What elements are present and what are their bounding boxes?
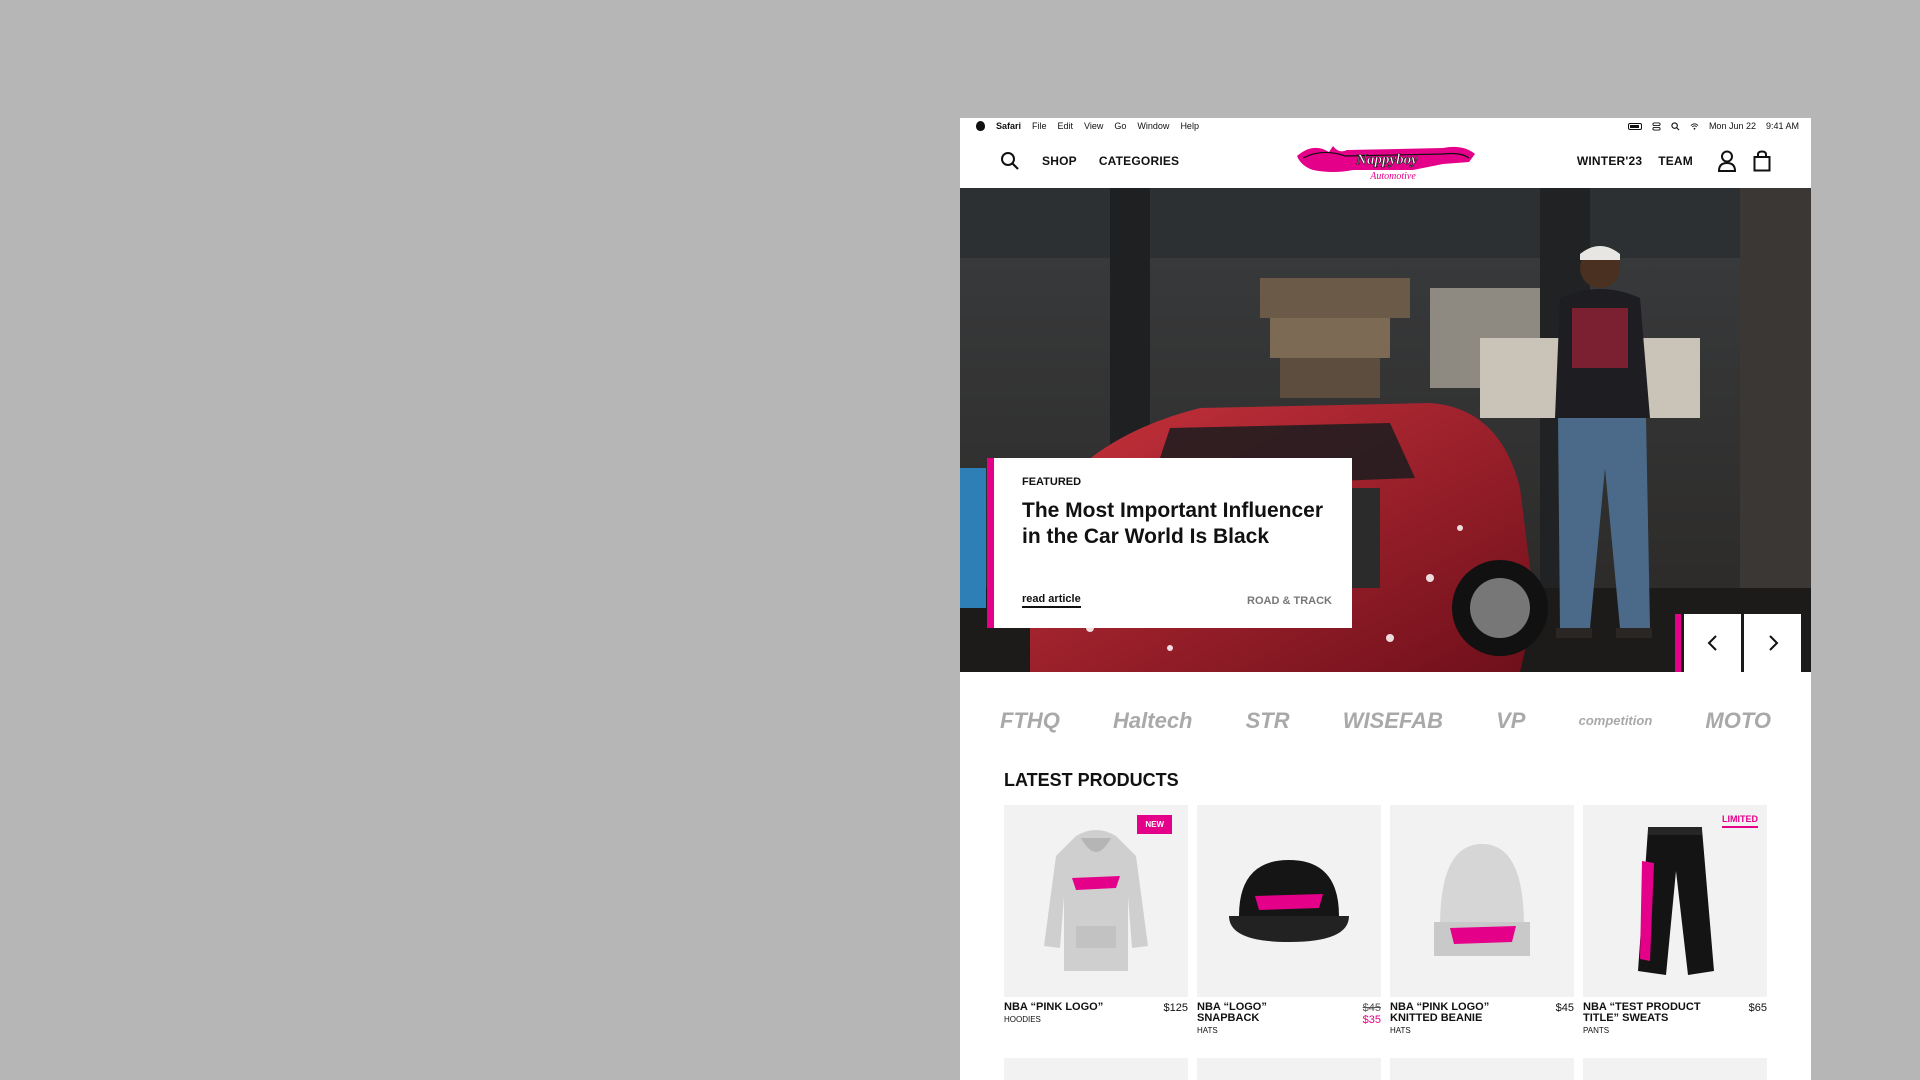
carousel-prev-button[interactable] (1684, 614, 1741, 672)
carousel-controls (1675, 614, 1801, 672)
product-card-placeholder[interactable] (1390, 1058, 1574, 1080)
product-old-price: $45 (1362, 1002, 1381, 1014)
brand-moto[interactable]: MOTO (1705, 708, 1771, 734)
chevron-left-icon (1707, 635, 1717, 651)
product-card[interactable]: NBA “LOGO” SNAPBACK HATS $45 $35 (1197, 805, 1381, 1035)
menubar-time[interactable]: 9:41 AM (1766, 121, 1799, 131)
new-badge: NEW (1137, 815, 1172, 834)
battery-icon[interactable] (1627, 122, 1642, 130)
menubar-date[interactable]: Mon Jun 22 (1709, 121, 1756, 131)
chevron-right-icon (1768, 635, 1778, 651)
brand-competition[interactable]: competition (1579, 713, 1653, 728)
search-icon[interactable] (1000, 151, 1020, 171)
limited-badge: LIMITED (1722, 814, 1758, 828)
hero-banner: FEATURED The Most Important Influencer i… (960, 188, 1811, 672)
cart-bag-icon[interactable] (1753, 150, 1771, 172)
featured-tag: FEATURED (1022, 476, 1082, 488)
product-name[interactable]: NBA “PINK LOGO” (1004, 1002, 1134, 1013)
site-header: SHOP CATEGORIES Nappyboy Automotive WINT… (960, 134, 1811, 188)
product-image[interactable]: LIMITED (1583, 805, 1767, 997)
product-name[interactable]: NBA “TEST PRODUCT TITLE” SWEATS (1583, 1002, 1713, 1024)
product-card-placeholder[interactable] (1004, 1058, 1188, 1080)
brand-wisefab[interactable]: WISEFAB (1343, 708, 1443, 734)
latest-products-heading: LATEST PRODUCTS (1004, 770, 1179, 790)
carousel-accent-bar (1675, 614, 1681, 672)
beanie-image (1434, 844, 1530, 956)
spotlight-icon[interactable] (1671, 121, 1680, 131)
product-category: HATS (1197, 1026, 1218, 1035)
svg-text:Automotive: Automotive (1369, 171, 1416, 182)
brand-haltech[interactable]: Haltech (1113, 708, 1192, 734)
product-price: $125 (1163, 1002, 1188, 1014)
product-card-placeholder[interactable] (1583, 1058, 1767, 1080)
product-price: $65 (1748, 1002, 1767, 1014)
nav-team[interactable]: TEAM (1658, 154, 1693, 168)
snapback-image (1229, 860, 1349, 942)
product-grid-row-2 (1004, 1058, 1767, 1080)
product-card-placeholder[interactable] (1197, 1058, 1381, 1080)
product-card[interactable]: LIMITED NBA “TEST PRODUCT TITLE” SWEATS … (1583, 805, 1767, 1035)
product-grid: NEW NBA “PINK LOGO” HOODIES $125 NBA “LO… (1004, 805, 1771, 1035)
menu-file[interactable]: File (1032, 121, 1047, 131)
product-card[interactable]: NBA “PINK LOGO” KNITTED BEANIE HATS $45 (1390, 805, 1574, 1035)
menu-window[interactable]: Window (1137, 121, 1169, 131)
menu-help[interactable]: Help (1180, 121, 1199, 131)
svg-text:Nappyboy: Nappyboy (1355, 152, 1418, 168)
browser-window: Safari File Edit View Go Window Help Mon… (960, 118, 1811, 1080)
article-source: ROAD & TRACK (1247, 594, 1332, 607)
menu-app-name[interactable]: Safari (996, 121, 1021, 131)
apple-icon[interactable] (976, 121, 985, 131)
product-category: PANTS (1583, 1026, 1610, 1035)
nav-shop[interactable]: SHOP (1042, 154, 1077, 168)
product-category: HOODIES (1004, 1015, 1041, 1024)
product-category: HATS (1390, 1026, 1411, 1035)
sweatpants-image (1638, 827, 1714, 975)
hoodie-image (1044, 830, 1148, 971)
carousel-next-button[interactable] (1744, 614, 1801, 672)
brand-fthq[interactable]: FTHQ (1000, 708, 1060, 734)
macos-menubar: Safari File Edit View Go Window Help Mon… (960, 118, 1811, 134)
menu-edit[interactable]: Edit (1058, 121, 1074, 131)
featured-article-card[interactable]: FEATURED The Most Important Influencer i… (987, 458, 1352, 628)
product-name[interactable]: NBA “PINK LOGO” KNITTED BEANIE (1390, 1002, 1520, 1024)
product-name[interactable]: NBA “LOGO” SNAPBACK (1197, 1002, 1327, 1024)
brand-vp[interactable]: VP (1496, 708, 1525, 734)
wifi-icon[interactable] (1690, 122, 1699, 131)
product-image[interactable] (1390, 805, 1574, 997)
read-article-link[interactable]: read article (1022, 593, 1081, 608)
product-card[interactable]: NEW NBA “PINK LOGO” HOODIES $125 (1004, 805, 1188, 1035)
featured-title[interactable]: The Most Important Influencer in the Car… (1022, 498, 1324, 550)
brand-str[interactable]: STR (1246, 708, 1290, 734)
nav-categories[interactable]: CATEGORIES (1099, 154, 1179, 168)
brand-logo[interactable]: Nappyboy Automotive (1293, 140, 1479, 184)
brand-logo-strip: FTHQ Haltech STR WISEFAB VP competition … (1000, 698, 1771, 743)
control-center-icon[interactable] (1652, 121, 1661, 131)
menu-go[interactable]: Go (1114, 121, 1126, 131)
product-image[interactable]: NEW (1004, 805, 1188, 997)
account-icon[interactable] (1717, 150, 1737, 172)
product-price: $45 (1555, 1002, 1574, 1014)
product-sale-price: $35 (1362, 1014, 1381, 1026)
product-image[interactable] (1197, 805, 1381, 997)
menu-view[interactable]: View (1084, 121, 1103, 131)
nav-winter23[interactable]: WINTER'23 (1577, 154, 1642, 168)
